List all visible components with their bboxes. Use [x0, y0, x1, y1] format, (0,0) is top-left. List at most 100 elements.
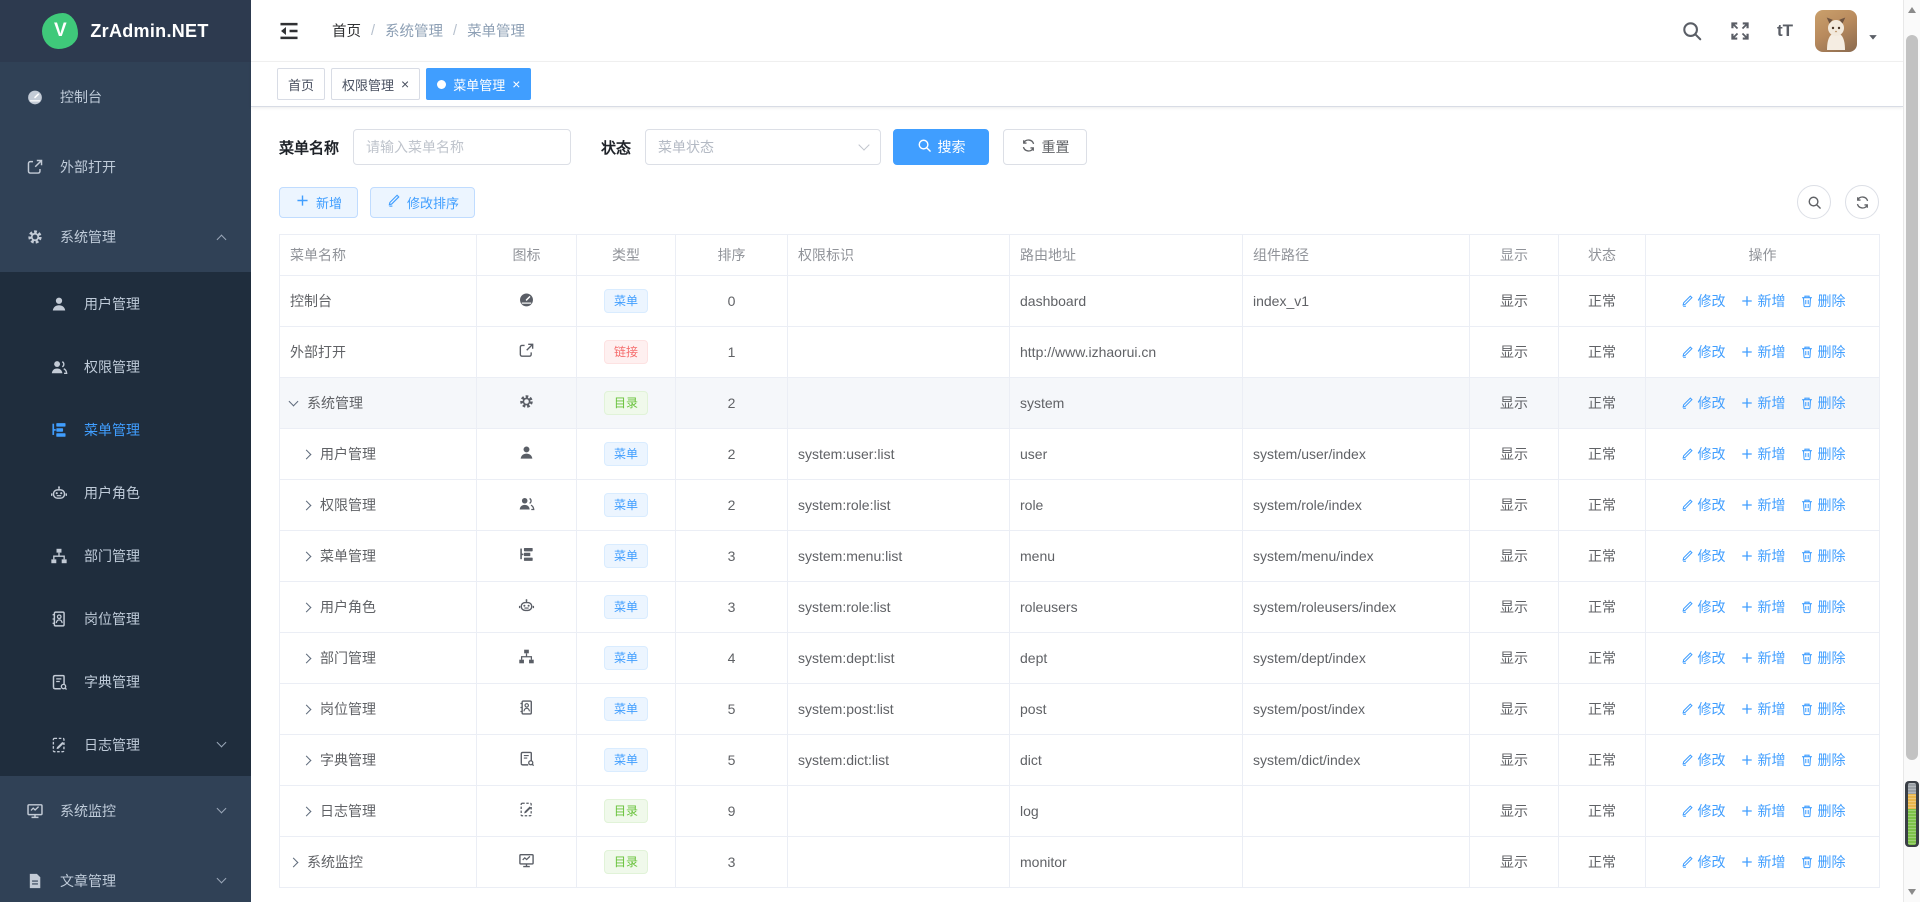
- scrollbar-up-button[interactable]: [1908, 7, 1916, 13]
- action-plus-link[interactable]: 新增: [1740, 342, 1786, 362]
- refresh-table-button[interactable]: [1845, 185, 1879, 219]
- sort-order: 3: [676, 531, 788, 582]
- action-plus-link[interactable]: 新增: [1740, 495, 1786, 515]
- fullscreen-icon[interactable]: [1729, 20, 1751, 42]
- action-edit-link[interactable]: 修改: [1680, 546, 1726, 566]
- expand-row-icon[interactable]: [302, 806, 312, 816]
- action-trash-link[interactable]: 删除: [1800, 750, 1846, 770]
- column-header: 权限标识: [788, 235, 1010, 276]
- user-avatar[interactable]: [1815, 10, 1857, 52]
- show-search-button[interactable]: [1797, 185, 1831, 219]
- tab-权限管理[interactable]: 权限管理×: [331, 68, 420, 100]
- action-trash-link[interactable]: 删除: [1800, 648, 1846, 668]
- expand-row-icon[interactable]: [302, 755, 312, 765]
- action-edit-link[interactable]: 修改: [1680, 750, 1726, 770]
- sidebar-item-gear[interactable]: 系统管理: [0, 202, 251, 272]
- action-plus-link[interactable]: 新增: [1740, 546, 1786, 566]
- action-trash-link[interactable]: 删除: [1800, 801, 1846, 821]
- sidebar-item-badge[interactable]: 岗位管理: [0, 587, 251, 650]
- sidebar-item-book[interactable]: 字典管理: [0, 650, 251, 713]
- action-edit-link[interactable]: 修改: [1680, 291, 1726, 311]
- add-button[interactable]: 新增: [279, 187, 358, 218]
- scrollbar-down-button[interactable]: [1908, 889, 1916, 895]
- action-plus-link[interactable]: 新增: [1740, 291, 1786, 311]
- edit-icon: [1680, 855, 1694, 869]
- action-label: 新增: [1758, 699, 1786, 719]
- caret-down-icon[interactable]: [1867, 30, 1879, 46]
- expand-row-icon[interactable]: [302, 551, 312, 561]
- action-edit-link[interactable]: 修改: [1680, 852, 1726, 872]
- page-scrollbar[interactable]: [1903, 0, 1920, 902]
- search-icon[interactable]: [1681, 20, 1703, 42]
- action-trash-link[interactable]: 删除: [1800, 291, 1846, 311]
- menu-icon: [518, 546, 535, 563]
- action-trash-link[interactable]: 删除: [1800, 444, 1846, 464]
- trash-icon: [1800, 447, 1814, 461]
- action-edit-link[interactable]: 修改: [1680, 495, 1726, 515]
- action-plus-link[interactable]: 新增: [1740, 801, 1786, 821]
- sidebar-collapse-icon[interactable]: [278, 20, 300, 42]
- expand-row-icon[interactable]: [302, 449, 312, 459]
- expand-row-icon[interactable]: [302, 653, 312, 663]
- action-edit-link[interactable]: 修改: [1680, 597, 1726, 617]
- action-edit-link[interactable]: 修改: [1680, 393, 1726, 413]
- sidebar-item-dashboard[interactable]: 控制台: [0, 62, 251, 132]
- sidebar-item-robot[interactable]: 用户角色: [0, 461, 251, 524]
- action-trash-link[interactable]: 删除: [1800, 393, 1846, 413]
- action-trash-link[interactable]: 删除: [1800, 495, 1846, 515]
- sidebar-item-menu[interactable]: 菜单管理: [0, 398, 251, 461]
- toolbar-right: [1797, 185, 1879, 219]
- reset-button[interactable]: 重置: [1003, 129, 1087, 165]
- sidebar-item-external[interactable]: 外部打开: [0, 132, 251, 202]
- action-edit-link[interactable]: 修改: [1680, 444, 1726, 464]
- action-plus-link[interactable]: 新增: [1740, 597, 1786, 617]
- collapse-row-icon[interactable]: [289, 396, 299, 406]
- action-edit-link[interactable]: 修改: [1680, 801, 1726, 821]
- type-badge: 链接: [604, 340, 648, 364]
- menu-status-select[interactable]: 菜单状态: [645, 129, 881, 165]
- action-plus-link[interactable]: 新增: [1740, 750, 1786, 770]
- action-trash-link[interactable]: 删除: [1800, 546, 1846, 566]
- action-plus-link[interactable]: 新增: [1740, 699, 1786, 719]
- expand-row-icon[interactable]: [302, 704, 312, 714]
- breadcrumb-home[interactable]: 首页: [332, 20, 361, 41]
- action-trash-link[interactable]: 删除: [1800, 852, 1846, 872]
- search-button[interactable]: 搜索: [893, 129, 989, 165]
- expand-row-icon[interactable]: [302, 500, 312, 510]
- menu-name-input[interactable]: [366, 139, 558, 155]
- action-plus-link[interactable]: 新增: [1740, 648, 1786, 668]
- edit-icon: [1680, 651, 1694, 665]
- sidebar-item-user[interactable]: 用户管理: [0, 272, 251, 335]
- sidebar-item-log[interactable]: 日志管理: [0, 713, 251, 776]
- close-icon[interactable]: ×: [512, 77, 520, 91]
- action-edit-link[interactable]: 修改: [1680, 648, 1726, 668]
- action-plus-link[interactable]: 新增: [1740, 393, 1786, 413]
- font-size-icon[interactable]: tT: [1777, 20, 1793, 42]
- expand-row-icon[interactable]: [302, 602, 312, 612]
- sidebar-item-article[interactable]: 文章管理: [0, 846, 251, 902]
- sidebar-item-users[interactable]: 权限管理: [0, 335, 251, 398]
- sidebar-item-tree[interactable]: 部门管理: [0, 524, 251, 587]
- logo[interactable]: V ZrAdmin.NET: [0, 0, 251, 62]
- plus-icon: [1740, 855, 1754, 869]
- action-plus-link[interactable]: 新增: [1740, 444, 1786, 464]
- sidebar-item-monitor[interactable]: 系统监控: [0, 776, 251, 846]
- edit-sort-button[interactable]: 修改排序: [370, 187, 475, 218]
- visible-value: 显示: [1470, 429, 1559, 480]
- action-plus-link[interactable]: 新增: [1740, 852, 1786, 872]
- tab-首页[interactable]: 首页: [277, 68, 325, 100]
- scrollbar-thumb[interactable]: [1906, 35, 1918, 760]
- action-edit-link[interactable]: 修改: [1680, 699, 1726, 719]
- close-icon[interactable]: ×: [401, 77, 409, 91]
- action-edit-link[interactable]: 修改: [1680, 342, 1726, 362]
- action-label: 删除: [1818, 648, 1846, 668]
- edit-icon: [386, 193, 401, 211]
- trash-icon: [1800, 294, 1814, 308]
- tab-菜单管理[interactable]: 菜单管理×: [426, 68, 531, 100]
- action-trash-link[interactable]: 删除: [1800, 699, 1846, 719]
- expand-row-icon[interactable]: [289, 857, 299, 867]
- breadcrumb-system[interactable]: 系统管理: [385, 20, 443, 41]
- action-trash-link[interactable]: 删除: [1800, 342, 1846, 362]
- component-path: system/roleusers/index: [1243, 582, 1470, 633]
- action-trash-link[interactable]: 删除: [1800, 597, 1846, 617]
